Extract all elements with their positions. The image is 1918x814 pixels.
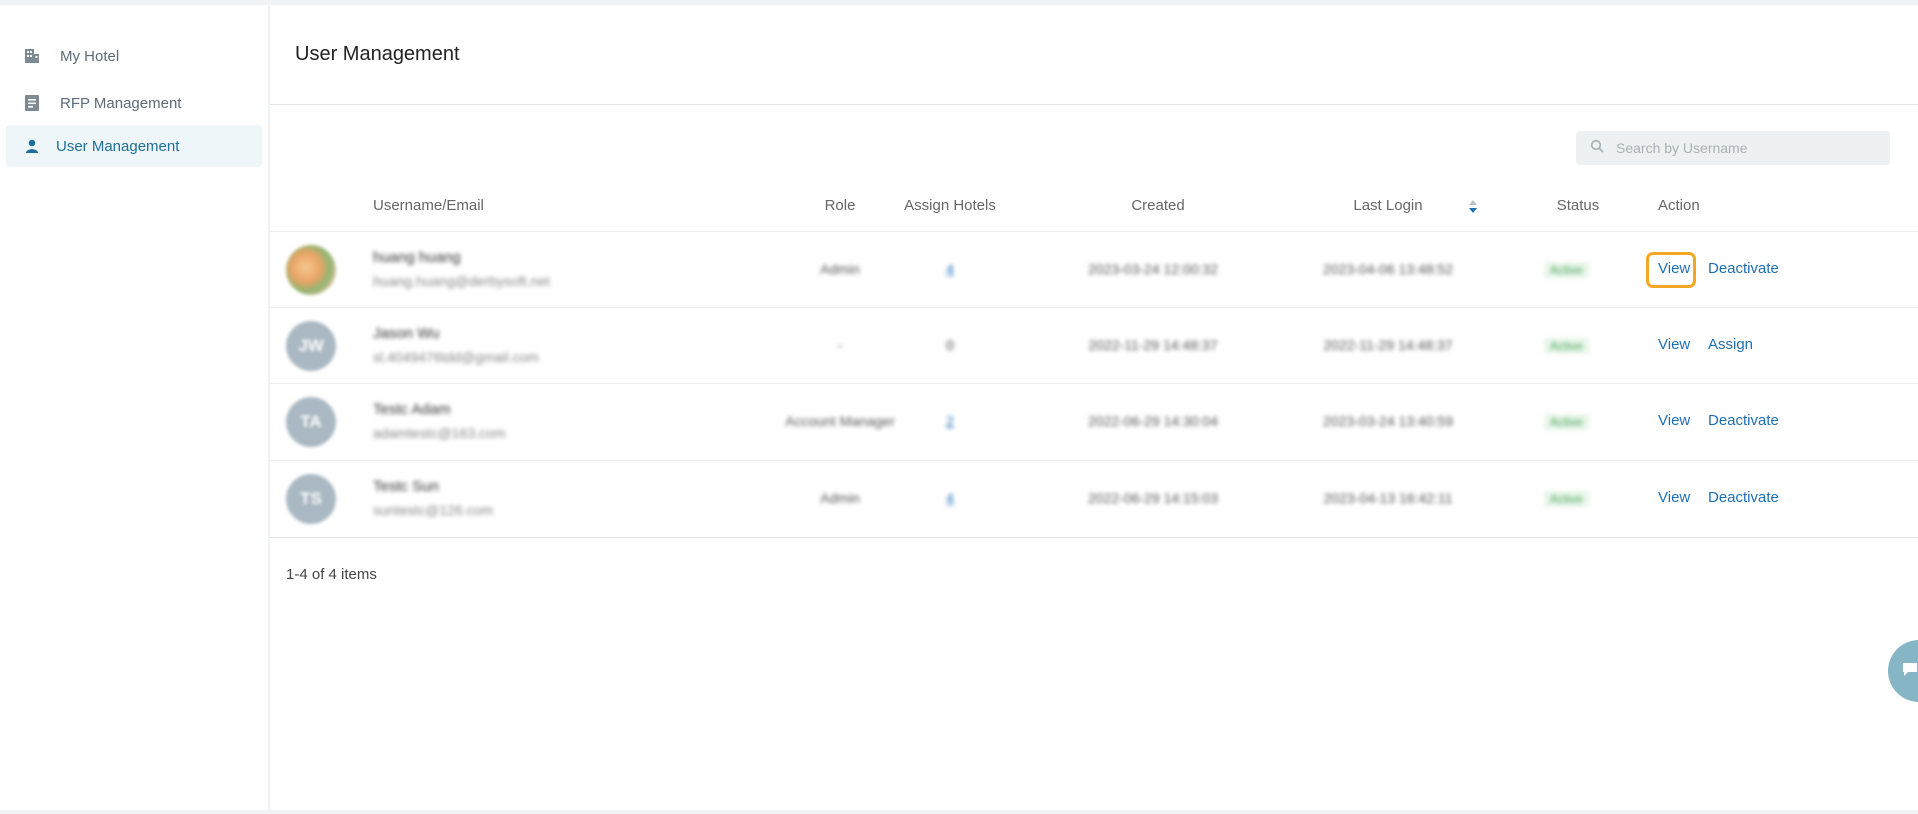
username: huang huang bbox=[373, 249, 461, 266]
avatar bbox=[286, 245, 336, 295]
assigned-hotels-link[interactable]: 2 bbox=[935, 413, 965, 429]
sidebar-item-label: User Management bbox=[56, 137, 180, 155]
page-title: User Management bbox=[295, 43, 460, 65]
sidebar-item-user-management[interactable]: User Management bbox=[6, 125, 262, 167]
bottom-strip bbox=[0, 810, 1918, 814]
created-date: 2022-06-29 14:15:03 bbox=[1088, 490, 1218, 506]
sidebar-item-label: RFP Management bbox=[60, 94, 182, 112]
user-email: sl.4049476tdd@gmail.com bbox=[373, 349, 539, 365]
assigned-hotels-link[interactable]: 4 bbox=[935, 261, 965, 277]
status-badge: Active bbox=[1544, 338, 1589, 354]
last-login-date: 2023-04-06 13:48:52 bbox=[1323, 261, 1453, 277]
username: Testc Adam bbox=[373, 401, 451, 418]
column-header-created[interactable]: Created bbox=[1108, 197, 1208, 214]
created-date: 2022-06-29 14:30:04 bbox=[1088, 413, 1218, 429]
view-button[interactable]: View bbox=[1658, 260, 1690, 277]
table-row: JW Jason Wu sl.4049476tdd@gmail.com - 0 … bbox=[270, 307, 1918, 384]
column-header-action: Action bbox=[1658, 197, 1700, 214]
last-login-date: 2022-11-29 14:48:37 bbox=[1323, 337, 1453, 353]
view-button[interactable]: View bbox=[1658, 489, 1690, 506]
search-input[interactable] bbox=[1614, 139, 1878, 157]
assign-button[interactable]: Assign bbox=[1708, 336, 1753, 353]
table-row: huang huang huang.huang@derbysoft.net Ad… bbox=[270, 231, 1918, 308]
column-header-assign-hotels: Assign Hotels bbox=[904, 197, 996, 214]
username: Testc Sun bbox=[373, 478, 439, 495]
status-badge: Active bbox=[1544, 414, 1589, 430]
user-email: adamtestc@163.com bbox=[373, 425, 506, 441]
column-header-status: Status bbox=[1556, 197, 1600, 214]
last-login-date: 2023-04-13 16:42:11 bbox=[1323, 490, 1453, 506]
created-date: 2023-03-24 12:00:32 bbox=[1088, 261, 1218, 277]
chat-icon bbox=[1902, 661, 1918, 682]
user-email: suntestc@126.com bbox=[373, 502, 494, 518]
assigned-hotels-count: 0 bbox=[946, 337, 954, 353]
deactivate-button[interactable]: Deactivate bbox=[1708, 489, 1779, 506]
main-content: User Management Username/Email Role Assi… bbox=[270, 5, 1918, 810]
created-date: 2022-11-29 14:48:37 bbox=[1088, 337, 1218, 353]
user-role: Admin bbox=[820, 490, 860, 506]
user-role: Account Manager bbox=[785, 413, 895, 429]
column-header-last-login: Last Login bbox=[1353, 197, 1423, 214]
table-row: TS Testc Sun suntestc@126.com Admin 4 20… bbox=[270, 460, 1918, 538]
avatar: JW bbox=[286, 321, 336, 371]
deactivate-button[interactable]: Deactivate bbox=[1708, 260, 1779, 277]
sidebar-item-rfp-management[interactable]: RFP Management bbox=[6, 82, 262, 124]
pagination-summary: 1-4 of 4 items bbox=[286, 566, 377, 583]
username: Jason Wu bbox=[373, 325, 440, 342]
view-button[interactable]: View bbox=[1658, 412, 1690, 429]
building-icon bbox=[22, 47, 42, 65]
sidebar-item-label: My Hotel bbox=[60, 47, 120, 65]
view-button[interactable]: View bbox=[1658, 336, 1690, 353]
search-box[interactable] bbox=[1576, 131, 1890, 165]
search-icon bbox=[1590, 139, 1604, 158]
status-badge: Active bbox=[1544, 491, 1589, 507]
table-row: TA Testc Adam adamtestc@163.com Account … bbox=[270, 383, 1918, 460]
user-icon bbox=[22, 137, 42, 155]
assigned-hotels-link[interactable]: 4 bbox=[935, 490, 965, 506]
sidebar-item-my-hotel[interactable]: My Hotel bbox=[6, 35, 262, 77]
column-header-username: Username/Email bbox=[373, 197, 484, 214]
deactivate-button[interactable]: Deactivate bbox=[1708, 412, 1779, 429]
avatar: TA bbox=[286, 397, 336, 447]
header-divider bbox=[270, 104, 1918, 105]
user-role: - bbox=[837, 337, 843, 353]
user-role: Admin bbox=[820, 261, 860, 277]
sort-icon[interactable] bbox=[1468, 198, 1478, 219]
sidebar: My Hotel RFP Management User Management bbox=[0, 5, 270, 810]
avatar: TS bbox=[286, 474, 336, 524]
user-email: huang.huang@derbysoft.net bbox=[373, 273, 550, 289]
last-login-date: 2023-03-24 13:40:59 bbox=[1323, 413, 1453, 429]
document-icon bbox=[22, 94, 42, 112]
status-badge: Active bbox=[1544, 262, 1589, 278]
